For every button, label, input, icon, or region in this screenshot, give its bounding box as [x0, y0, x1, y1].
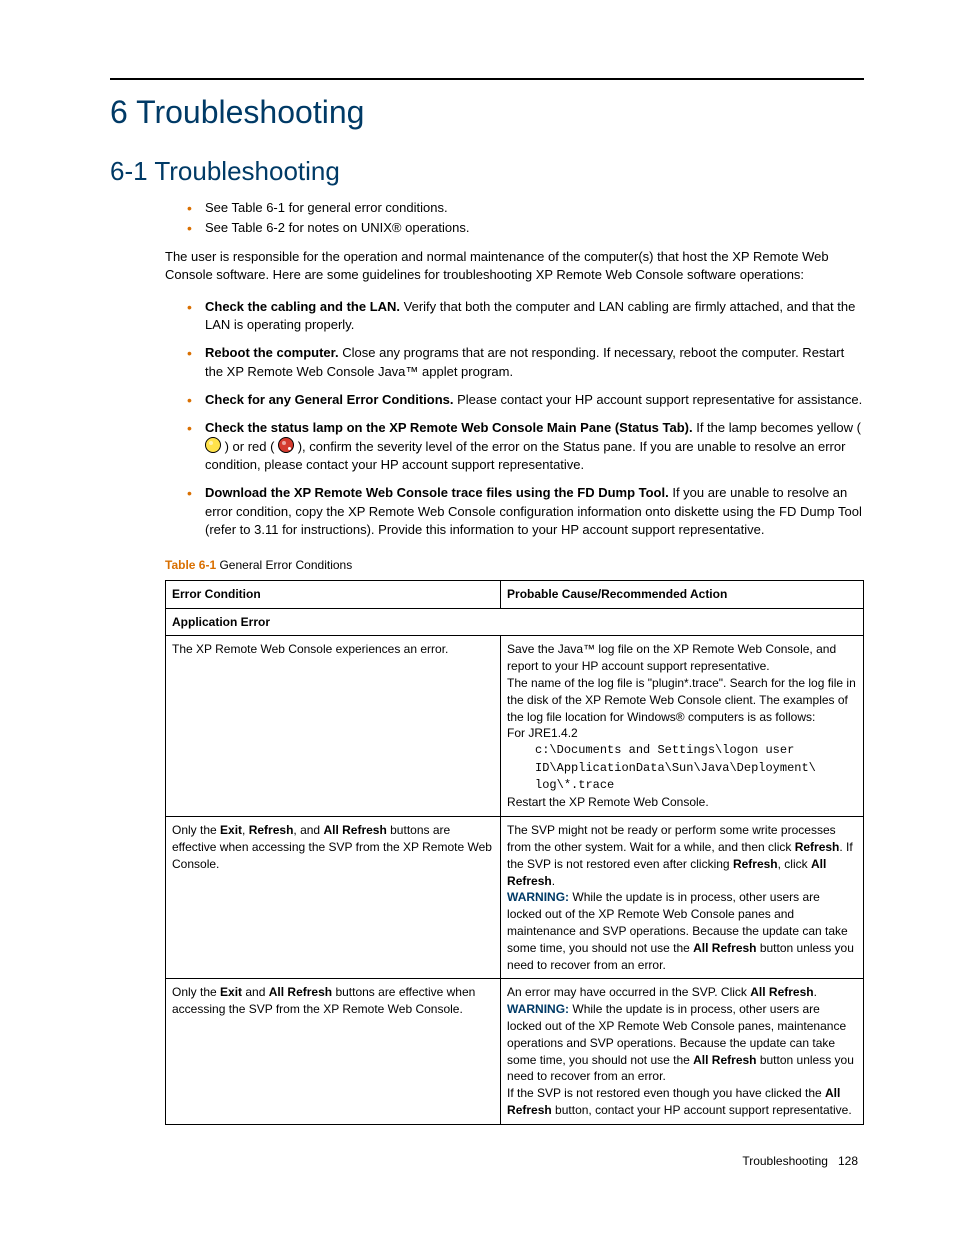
footer-page-number: 128	[838, 1154, 858, 1168]
page-footer: Troubleshooting 128	[110, 1153, 864, 1170]
action-text: .	[552, 874, 555, 888]
recommended-action-cell: An error may have occurred in the SVP. C…	[501, 979, 864, 1124]
action-bold: Refresh	[733, 857, 778, 871]
action-text: button, contact your HP account support …	[552, 1103, 852, 1117]
cond-bold: All Refresh	[269, 985, 332, 999]
action-bold: All Refresh	[693, 941, 756, 955]
intro-bullet: See Table 6-1 for general error conditio…	[191, 199, 864, 217]
table-row: Only the Exit, Refresh, and All Refresh …	[166, 817, 864, 979]
section-body: See Table 6-1 for general error conditio…	[165, 199, 864, 1125]
troubleshoot-item: Check for any General Error Conditions. …	[191, 391, 864, 409]
table-header-cell: Probable Cause/Recommended Action	[501, 580, 864, 608]
code-line: ID\ApplicationData\Sun\Java\Deployment\	[535, 760, 857, 777]
document-page: 6 Troubleshooting 6-1 Troubleshooting Se…	[0, 0, 954, 1199]
cond-bold: Exit	[220, 823, 242, 837]
section-heading: 6-1 Troubleshooting	[110, 153, 864, 189]
status-lamp-red-icon	[278, 437, 294, 453]
troubleshoot-item-bold: Reboot the computer.	[205, 345, 339, 360]
error-condition-cell: Only the Exit, Refresh, and All Refresh …	[166, 817, 501, 979]
status-lamp-text-post: ), confirm the severity level of the err…	[205, 439, 845, 472]
error-conditions-table: Error Condition Probable Cause/Recommend…	[165, 580, 864, 1125]
warning-label: WARNING:	[507, 890, 569, 904]
cond-text: Only the	[172, 985, 220, 999]
cond-text: ,	[242, 823, 249, 837]
table-group-row: Application Error	[166, 608, 864, 636]
cond-text: , and	[293, 823, 323, 837]
code-line: c:\Documents and Settings\logon user	[535, 742, 857, 759]
recommended-action-cell: The SVP might not be ready or perform so…	[501, 817, 864, 979]
status-lamp-yellow-icon	[205, 437, 221, 453]
troubleshoot-item: Check the cabling and the LAN. Verify th…	[191, 298, 864, 334]
action-text: , click	[778, 857, 811, 871]
cond-bold: All Refresh	[323, 823, 386, 837]
footer-label: Troubleshooting	[742, 1154, 828, 1168]
warning-label: WARNING:	[507, 1002, 569, 1016]
top-rule	[110, 78, 864, 80]
cond-bold: Refresh	[249, 823, 294, 837]
intro-bullet: See Table 6-2 for notes on UNIX® operati…	[191, 219, 864, 237]
table-group-cell: Application Error	[166, 608, 864, 636]
action-text: If the SVP is not restored even though y…	[507, 1086, 825, 1100]
troubleshoot-item-status-lamp: Check the status lamp on the XP Remote W…	[191, 419, 864, 475]
table-caption: Table 6-1 General Error Conditions	[165, 557, 864, 574]
table-title: General Error Conditions	[216, 558, 352, 572]
troubleshoot-item-bold: Download the XP Remote Web Console trace…	[205, 485, 669, 500]
action-text: The name of the log file is "plugin*.tra…	[507, 676, 856, 724]
chapter-heading: 6 Troubleshooting	[110, 90, 864, 135]
cond-bold: Exit	[220, 985, 242, 999]
cond-text: Only the	[172, 823, 220, 837]
action-text: For JRE1.4.2	[507, 726, 578, 740]
troubleshoot-list: Check the cabling and the LAN. Verify th…	[165, 298, 864, 539]
code-line: log\*.trace	[535, 777, 857, 794]
troubleshoot-item: Reboot the computer. Close any programs …	[191, 344, 864, 380]
action-text: The SVP might not be ready or perform so…	[507, 823, 836, 854]
action-text: .	[814, 985, 817, 999]
action-text: Restart the XP Remote Web Console.	[507, 795, 709, 809]
action-text: Save the Java™ log file on the XP Remote…	[507, 642, 836, 673]
table-row: Only the Exit and All Refresh buttons ar…	[166, 979, 864, 1124]
table-number: Table 6-1	[165, 558, 216, 572]
cond-text: and	[242, 985, 269, 999]
troubleshoot-item: Download the XP Remote Web Console trace…	[191, 484, 864, 539]
action-bold: All Refresh	[750, 985, 813, 999]
error-condition-cell: Only the Exit and All Refresh buttons ar…	[166, 979, 501, 1124]
table-row: The XP Remote Web Console experiences an…	[166, 636, 864, 817]
table-header-cell: Error Condition	[166, 580, 501, 608]
action-bold: All Refresh	[693, 1053, 756, 1067]
intro-bullet-list: See Table 6-1 for general error conditio…	[165, 199, 864, 237]
action-text: An error may have occurred in the SVP. C…	[507, 985, 750, 999]
intro-paragraph: The user is responsible for the operatio…	[165, 248, 864, 284]
troubleshoot-item-text: Please contact your HP account support r…	[454, 392, 863, 407]
recommended-action-cell: Save the Java™ log file on the XP Remote…	[501, 636, 864, 817]
troubleshoot-item-bold: Check the cabling and the LAN.	[205, 299, 400, 314]
troubleshoot-item-bold: Check the status lamp on the XP Remote W…	[205, 420, 693, 435]
table-header-row: Error Condition Probable Cause/Recommend…	[166, 580, 864, 608]
error-condition-cell: The XP Remote Web Console experiences an…	[166, 636, 501, 817]
status-lamp-text-mid: ) or red (	[221, 439, 278, 454]
action-bold: Refresh	[795, 840, 840, 854]
status-lamp-text-pre: If the lamp becomes yellow (	[693, 420, 861, 435]
troubleshoot-item-bold: Check for any General Error Conditions.	[205, 392, 454, 407]
